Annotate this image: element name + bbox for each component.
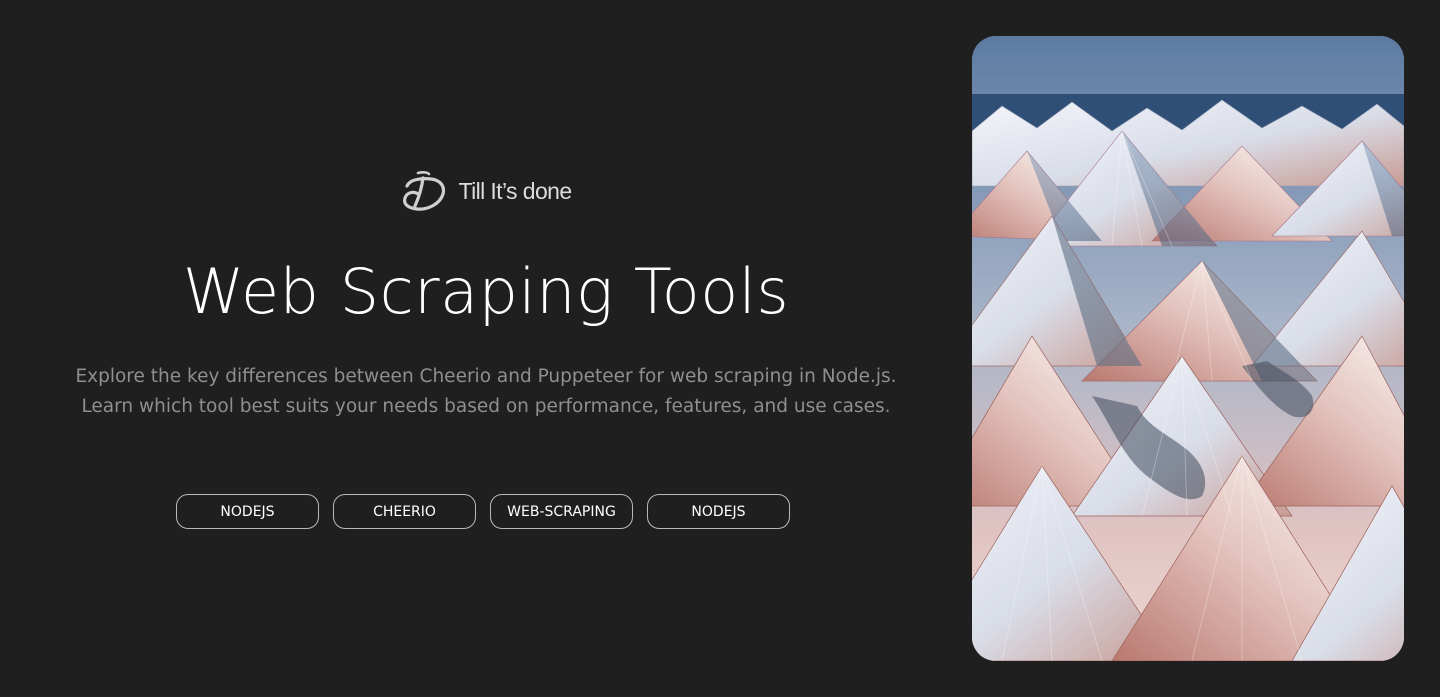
tag-list: NODEJS CHEERIO WEB-SCRAPING NODEJS — [176, 494, 790, 529]
hero-description-line-2: Learn which tool best suits your needs b… — [81, 396, 891, 417]
hero-section: Till It’s done Web Scraping Tools Explor… — [0, 0, 1440, 697]
tag-nodejs[interactable]: NODEJS — [176, 494, 319, 529]
tag-cheerio[interactable]: CHEERIO — [333, 494, 476, 529]
hero-text-panel: Till It’s done Web Scraping Tools Explor… — [0, 0, 972, 697]
tag-web-scraping[interactable]: WEB-SCRAPING — [490, 494, 633, 529]
page-title: Web Scraping Tools — [182, 255, 790, 328]
brand-name: Till It’s done — [458, 177, 572, 204]
hero-description-line-1: Explore the key differences between Chee… — [75, 366, 897, 387]
hero-description: Explore the key differences between Chee… — [0, 362, 972, 422]
td-monogram-logo-icon — [403, 171, 446, 211]
hero-image — [972, 36, 1404, 661]
tag-nodejs-2[interactable]: NODEJS — [647, 494, 790, 529]
brand[interactable]: Till It’s done — [0, 170, 972, 212]
mountain-artwork-image — [972, 36, 1404, 661]
